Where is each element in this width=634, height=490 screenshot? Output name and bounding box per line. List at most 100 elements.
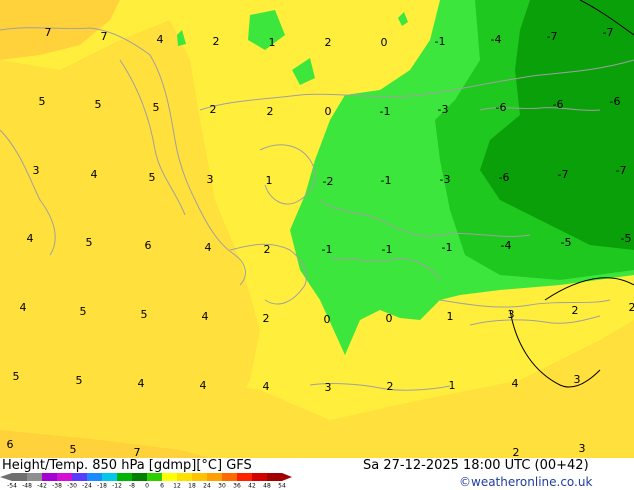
- colorbar-segment: [87, 473, 102, 481]
- temperature-value: 2: [572, 304, 579, 317]
- temperature-value: -1: [435, 35, 446, 48]
- temperature-value: 3: [33, 164, 40, 177]
- temperature-value: 2: [629, 301, 634, 314]
- temperature-value: 4: [512, 377, 519, 390]
- temperature-value: 3: [579, 442, 586, 455]
- map-datetime: Sa 27-12-2025 18:00 UTC (00+42): [363, 458, 589, 473]
- temperature-value: 0: [381, 36, 388, 49]
- temperature-value: -7: [558, 168, 569, 181]
- temperature-value: -3: [438, 103, 449, 116]
- map-footer: Height/Temp. 850 hPa [gdmp][°C] GFS Sa 2…: [0, 458, 634, 490]
- temperature-map: 7 7 4 2 1 2 0 -1 -4 -7 -7 5 5 5 2 2 0 -1 -3 -6 -6 -6 3 4 5 3 1 -2 -1…: [0, 0, 634, 458]
- temperature-value: 1: [447, 310, 454, 323]
- colorbar-tick-label: 48: [263, 483, 271, 489]
- temperature-value: 2: [264, 243, 271, 256]
- temperature-value: 7: [101, 30, 108, 43]
- temperature-value: -6: [499, 171, 510, 184]
- colorbar-segment: [222, 473, 237, 481]
- temperature-value: -3: [440, 173, 451, 186]
- colorbar-segment: [27, 473, 42, 481]
- temperature-value: -4: [491, 33, 502, 46]
- colorbar-tick-label: 42: [248, 483, 256, 489]
- temperature-value: 1: [269, 36, 276, 49]
- copyright-text: ©weatheronline.co.uk: [459, 475, 593, 489]
- temperature-value: 1: [266, 174, 273, 187]
- temperature-value: -5: [621, 232, 632, 245]
- temperature-value: 6: [145, 239, 152, 252]
- colorbar-segment: [42, 473, 57, 481]
- colorbar-tick-label: -54: [7, 483, 17, 489]
- temperature-value: 2: [267, 105, 274, 118]
- temperature-value: 2: [263, 312, 270, 325]
- temperature-value: -4: [501, 239, 512, 252]
- temperature-colorbar: -54 -48 -42 -38 -30 -24 -18 -12 -8 0 6 12 18 24 30 36 42…: [0, 473, 292, 489]
- temperature-value: 4: [200, 379, 207, 392]
- colorbar-segment: [207, 473, 222, 481]
- temperature-value: 6: [7, 438, 14, 451]
- colorbar-segment: [147, 473, 162, 481]
- temperature-value: 2: [387, 380, 394, 393]
- temperature-value: -1: [382, 243, 393, 256]
- temperature-value: -1: [380, 105, 391, 118]
- colorbar-segment: [57, 473, 72, 481]
- temperature-value: 5: [70, 443, 77, 456]
- colorbar-segment: [117, 473, 132, 481]
- colorbar-tick-label: -8: [129, 483, 135, 489]
- map-title: Height/Temp. 850 hPa [gdmp][°C] GFS: [2, 458, 252, 473]
- temperature-value: 0: [386, 312, 393, 325]
- colorbar-segment: [132, 473, 147, 481]
- colorbar-segment: [12, 473, 27, 481]
- colorbar-segment: [267, 473, 282, 481]
- colorbar-tick-label: -18: [97, 483, 107, 489]
- colorbar-segment: [72, 473, 87, 481]
- temperature-value: 4: [138, 377, 145, 390]
- temperature-value: 0: [324, 313, 331, 326]
- colorbar-tick-label: -24: [82, 483, 92, 489]
- colorbar-tick-label: 6: [160, 483, 164, 489]
- temperature-value: -2: [323, 175, 334, 188]
- temperature-value: 2: [213, 35, 220, 48]
- colorbar-tick-label: 24: [203, 483, 211, 489]
- temperature-value: 7: [134, 446, 141, 458]
- temperature-value: -6: [553, 98, 564, 111]
- temperature-value: -1: [322, 243, 333, 256]
- temperature-value: 4: [157, 33, 164, 46]
- colorbar-segment: [192, 473, 207, 481]
- temperature-value: 7: [45, 26, 52, 39]
- temperature-value: 5: [153, 101, 160, 114]
- temperature-value: 5: [86, 236, 93, 249]
- temperature-value: 4: [205, 241, 212, 254]
- colorbar-segment: [237, 473, 252, 481]
- temperature-value: -6: [496, 101, 507, 114]
- colorbar-right-arrow: [282, 473, 292, 481]
- colorbar-tick-label: -30: [67, 483, 77, 489]
- temperature-value: 4: [202, 310, 209, 323]
- temperature-value: 5: [95, 98, 102, 111]
- colorbar-segment: [162, 473, 177, 481]
- temperature-value: -7: [547, 30, 558, 43]
- temperature-value: -1: [381, 174, 392, 187]
- colorbar-tick-label: 54: [278, 483, 286, 489]
- temperature-value: 3: [574, 373, 581, 386]
- temperature-value: 3: [207, 173, 214, 186]
- colorbar-tick-label: 30: [218, 483, 226, 489]
- temperature-value: 1: [449, 379, 456, 392]
- colorbar-tick-label: 0: [145, 483, 149, 489]
- temperature-value: -6: [610, 95, 621, 108]
- temperature-value: 5: [76, 374, 83, 387]
- temperature-value: 5: [13, 370, 20, 383]
- colorbar-segment: [177, 473, 192, 481]
- colorbar-segment: [102, 473, 117, 481]
- temperature-value: 5: [39, 95, 46, 108]
- temperature-value: -5: [561, 236, 572, 249]
- temperature-value: 4: [263, 380, 270, 393]
- temperature-value: -7: [616, 164, 627, 177]
- temperature-value: 2: [325, 36, 332, 49]
- colorbar-tick-label: 12: [173, 483, 181, 489]
- colorbar-left-arrow: [0, 473, 12, 481]
- temperature-value: -7: [603, 26, 614, 39]
- temperature-value: 0: [325, 105, 332, 118]
- temperature-value: 3: [325, 381, 332, 394]
- temperature-value: 5: [141, 308, 148, 321]
- colorbar-tick-label: -42: [37, 483, 47, 489]
